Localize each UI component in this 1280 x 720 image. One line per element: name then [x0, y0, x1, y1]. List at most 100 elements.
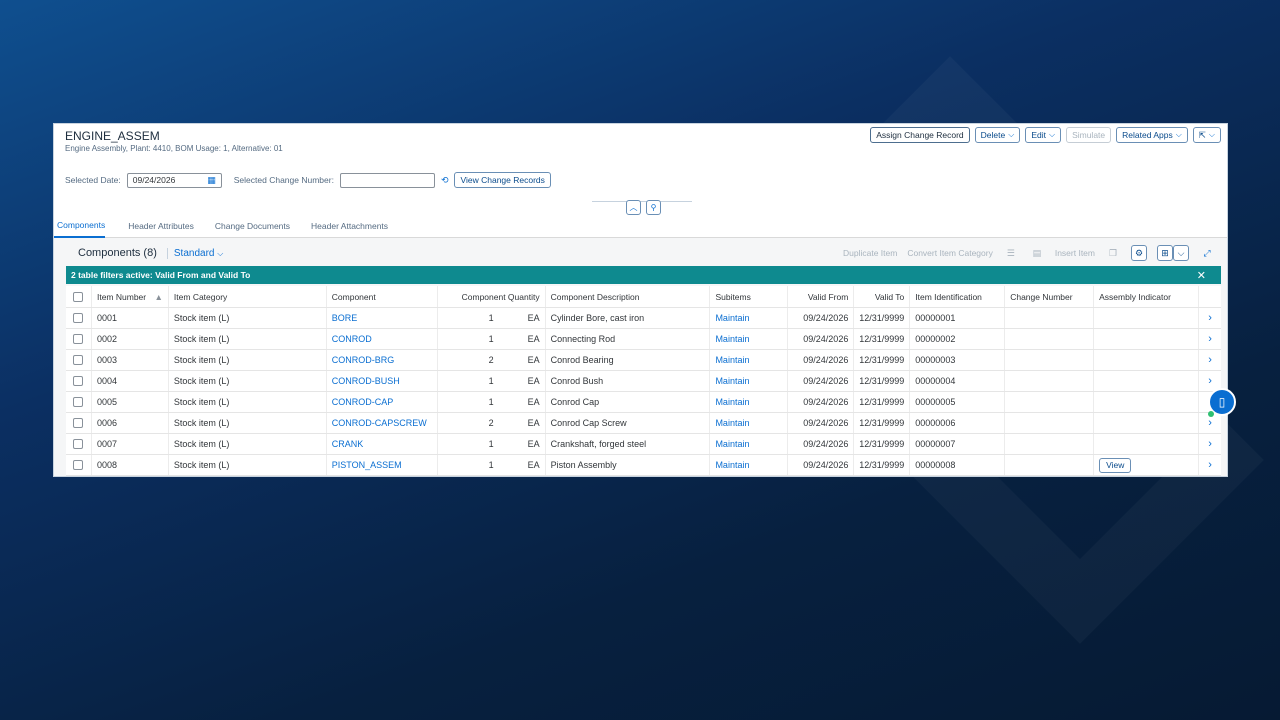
convert-item-category-button[interactable]: Convert Item Category	[907, 248, 993, 258]
chevron-right-icon[interactable]: ›	[1208, 333, 1212, 345]
table-row[interactable]: 0006 Stock item (L) CONROD-CAPSCREW 2 EA Conr…	[66, 413, 1221, 434]
item-identification-cell: 00000002	[910, 329, 1006, 349]
fullscreen-icon[interactable]: ⤢	[1199, 245, 1215, 261]
table-row[interactable]: 0007 Stock item (L) CRANK 1 EA Crankshaft, fo…	[66, 434, 1221, 455]
copy-icon[interactable]: ❐	[1105, 245, 1121, 261]
simulate-button[interactable]: Simulate	[1066, 127, 1112, 143]
subitems-maintain-link[interactable]: Maintain	[710, 413, 789, 433]
change-number-input[interactable]	[339, 172, 435, 188]
subitems-maintain-link[interactable]: Maintain	[710, 308, 789, 328]
table-row[interactable]: 0008 Stock item (L) PISTON_ASSEM 1 EA Piston …	[66, 455, 1221, 476]
item-number-cell: 0001	[92, 308, 169, 328]
quantity-value: 1	[488, 460, 494, 470]
quantity-cell: 1 EA	[438, 434, 546, 454]
component-link[interactable]: CONROD	[327, 329, 438, 349]
col-valid-to[interactable]: Valid To	[854, 286, 911, 307]
table-row[interactable]: 0004 Stock item (L) CONROD-BUSH 1 EA Conrod B…	[66, 371, 1221, 392]
assembly-indicator-cell	[1094, 413, 1200, 433]
table-row[interactable]: 0002 Stock item (L) CONROD 1 EA Connecting Ro…	[66, 329, 1221, 350]
filter-info-text: 2 table filters active: Valid From and V…	[71, 270, 251, 280]
related-apps-button[interactable]: Related Apps ⌵	[1116, 127, 1188, 143]
valid-to-cell: 12/31/9999	[854, 413, 911, 433]
calendar-icon[interactable]: ▦	[207, 175, 216, 186]
tab-header-attributes[interactable]: Header Attributes	[125, 214, 194, 238]
item-identification-cell: 00000001	[910, 308, 1006, 328]
item-number-cell: 0007	[92, 434, 169, 454]
chevron-right-icon[interactable]: ›	[1208, 417, 1212, 429]
view-change-records-button[interactable]: View Change Records	[454, 172, 551, 188]
col-assembly-indicator[interactable]: Assembly Indicator	[1094, 286, 1200, 307]
subitems-maintain-link[interactable]: Maintain	[710, 329, 789, 349]
quantity-unit: EA	[527, 460, 540, 470]
item-identification-cell: 00000003	[910, 350, 1006, 370]
pin-header-icon[interactable]: ⚲	[646, 200, 661, 215]
tab-header-attachments[interactable]: Header Attachments	[308, 214, 388, 238]
subitems-maintain-link[interactable]: Maintain	[710, 455, 789, 475]
row-checkbox[interactable]	[73, 397, 84, 407]
subitems-maintain-link[interactable]: Maintain	[710, 392, 789, 412]
chevron-right-icon[interactable]: ›	[1208, 438, 1212, 450]
selected-date-input[interactable]: 09/24/2026 ▦	[126, 172, 222, 188]
col-change-number[interactable]: Change Number	[1005, 286, 1095, 307]
col-subitems[interactable]: Subitems	[710, 286, 789, 307]
row-checkbox[interactable]	[73, 376, 84, 386]
col-component-description[interactable]: Component Description	[546, 286, 711, 307]
subitems-maintain-link[interactable]: Maintain	[710, 350, 789, 370]
collapse-header-icon[interactable]: ︿	[626, 200, 641, 215]
col-component-quantity[interactable]: Component Quantity	[438, 286, 546, 307]
chevron-right-icon[interactable]: ›	[1208, 312, 1212, 324]
tab-change-documents[interactable]: Change Documents	[212, 214, 290, 238]
export-menu-chevron-icon[interactable]: ⌵	[1173, 245, 1189, 261]
row-checkbox[interactable]	[73, 355, 84, 365]
view-assembly-button[interactable]: View	[1099, 457, 1132, 473]
chevron-right-icon[interactable]: ›	[1208, 459, 1212, 471]
subitems-maintain-link[interactable]: Maintain	[710, 434, 789, 454]
chevron-down-icon: ⌵	[1008, 130, 1015, 139]
insert-item-button[interactable]: Insert Item	[1055, 248, 1095, 258]
col-item-number[interactable]: Item Number ▲	[92, 286, 169, 307]
table-row[interactable]: 0005 Stock item (L) CONROD-CAP 1 EA Conrod Ca…	[66, 392, 1221, 413]
variant-selector[interactable]: Standard ⌵	[166, 247, 223, 259]
delete-button[interactable]: Delete ⌵	[974, 127, 1021, 143]
settings-gear-icon[interactable]: ⚙	[1131, 245, 1147, 261]
description-cell: Conrod Bearing	[546, 350, 711, 370]
tab-components[interactable]: Components	[54, 214, 106, 238]
document-icon[interactable]: ▤	[1029, 245, 1045, 261]
component-link[interactable]: CONROD-CAPSCREW	[327, 413, 438, 433]
component-link[interactable]: CRANK	[327, 434, 438, 454]
col-component[interactable]: Component	[327, 286, 438, 307]
close-icon[interactable]: ✕	[1197, 269, 1206, 282]
chevron-right-icon[interactable]: ›	[1208, 375, 1212, 387]
chevron-right-icon[interactable]: ›	[1208, 354, 1212, 366]
share-button[interactable]: ⇱ ⌵	[1192, 127, 1221, 143]
component-link[interactable]: CONROD-BUSH	[327, 371, 438, 391]
list-icon[interactable]: ☰	[1003, 245, 1019, 261]
select-all-checkbox[interactable]	[73, 291, 84, 302]
row-checkbox[interactable]	[73, 313, 84, 323]
table-row[interactable]: 0003 Stock item (L) CONROD-BRG 2 EA Conrod Be…	[66, 350, 1221, 371]
col-item-identification[interactable]: Item Identification	[910, 286, 1006, 307]
assign-change-record-button[interactable]: Assign Change Record	[870, 127, 970, 143]
change-number-cell	[1005, 329, 1095, 349]
component-link[interactable]: CONROD-CAP	[327, 392, 438, 412]
row-checkbox[interactable]	[73, 439, 84, 449]
value-help-icon[interactable]: ⟲	[441, 175, 449, 186]
component-link[interactable]: BORE	[327, 308, 438, 328]
subitems-maintain-link[interactable]: Maintain	[710, 371, 789, 391]
edit-button[interactable]: Edit ⌵	[1025, 127, 1062, 143]
export-icon[interactable]: ⊞	[1157, 245, 1173, 261]
component-link[interactable]: PISTON_ASSEM	[327, 455, 438, 475]
duplicate-item-button[interactable]: Duplicate Item	[843, 248, 897, 258]
quantity-unit: EA	[527, 439, 540, 449]
component-link[interactable]: CONROD-BRG	[327, 350, 438, 370]
row-checkbox[interactable]	[73, 334, 84, 344]
chevron-down-icon: ⌵	[1175, 130, 1182, 139]
quantity-value: 2	[488, 355, 494, 365]
row-checkbox[interactable]	[73, 460, 84, 470]
row-checkbox[interactable]	[73, 418, 84, 428]
table-row[interactable]: 0001 Stock item (L) BORE 1 EA Cylinder Bore, …	[66, 308, 1221, 329]
object-page-tabs: Components Header Attributes Change Docu…	[54, 214, 1227, 238]
col-valid-from[interactable]: Valid From	[788, 286, 855, 307]
col-item-category[interactable]: Item Category	[169, 286, 327, 307]
assistant-icon: ▯	[1218, 395, 1226, 409]
